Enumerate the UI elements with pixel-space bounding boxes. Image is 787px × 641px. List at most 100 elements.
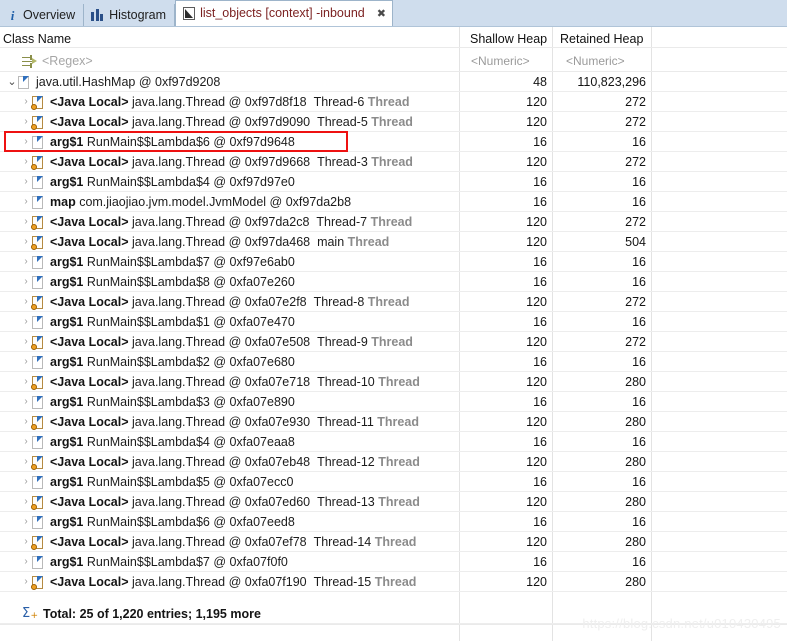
chevron-right-icon[interactable]: ›	[20, 152, 32, 172]
cell-class-name[interactable]: › arg$1 RunMain$$Lambda$3 @ 0xfa07e890	[20, 392, 295, 412]
cell-class-name[interactable]: › <Java Local> java.lang.Thread @ 0xfa07e…	[20, 532, 416, 552]
table-row[interactable]: › arg$1 RunMain$$Lambda$6 @ 0xf97d9648 16 1…	[0, 132, 787, 152]
table-row[interactable]: › arg$1 RunMain$$Lambda$3 @ 0xfa07e890 16 1…	[0, 392, 787, 412]
table-row[interactable]: › <Java Local> java.lang.Thread @ 0xf97d9…	[0, 112, 787, 132]
chevron-right-icon[interactable]: ›	[20, 572, 32, 592]
table-row[interactable]: › <Java Local> java.lang.Thread @ 0xfa07e…	[0, 412, 787, 432]
cell-class-name[interactable]: ⌄ java.util.HashMap @ 0xf97d9208	[6, 72, 220, 92]
chevron-right-icon[interactable]: ›	[20, 232, 32, 252]
cell-class-name[interactable]: › <Java Local> java.lang.Thread @ 0xf97d9…	[20, 152, 413, 172]
row-prefix-label: <Java Local>	[50, 455, 129, 469]
cell-class-name[interactable]: › map com.jiaojiao.jvm.model.JvmModel @ 0…	[20, 192, 351, 212]
table-row[interactable]: › <Java Local> java.lang.Thread @ 0xfa07e…	[0, 372, 787, 392]
table-row[interactable]: › arg$1 RunMain$$Lambda$7 @ 0xfa07f0f0 16 1…	[0, 552, 787, 572]
cell-shallow-heap: 120	[526, 155, 547, 169]
row-prefix-label: arg$1	[50, 515, 84, 529]
tab-histogram[interactable]: Histogram	[84, 4, 176, 26]
close-icon[interactable]: ✖	[375, 7, 388, 20]
chevron-right-icon[interactable]: ›	[20, 512, 32, 532]
cell-class-name[interactable]: › arg$1 RunMain$$Lambda$6 @ 0xfa07eed8	[20, 512, 295, 532]
cell-class-name[interactable]: › arg$1 RunMain$$Lambda$2 @ 0xfa07e680	[20, 352, 295, 372]
table-row[interactable]: › arg$1 RunMain$$Lambda$2 @ 0xfa07e680 16 1…	[0, 352, 787, 372]
cell-class-name[interactable]: › arg$1 RunMain$$Lambda$7 @ 0xf97e6ab0	[20, 252, 295, 272]
table-row[interactable]: › <Java Local> java.lang.Thread @ 0xfa07e…	[0, 532, 787, 552]
table-row[interactable]: › <Java Local> java.lang.Thread @ 0xf97da…	[0, 212, 787, 232]
cell-class-name[interactable]: › arg$1 RunMain$$Lambda$7 @ 0xfa07f0f0	[20, 552, 288, 572]
chevron-right-icon[interactable]: ›	[20, 552, 32, 572]
filter-row[interactable]: <Regex>	[0, 51, 787, 71]
table-row[interactable]: › map com.jiaojiao.jvm.model.JvmModel @ 0…	[0, 192, 787, 212]
cell-retained-heap: 272	[625, 335, 646, 349]
chevron-right-icon[interactable]: ›	[20, 452, 32, 472]
chevron-right-icon[interactable]: ›	[20, 92, 32, 112]
cell-class-name[interactable]: › arg$1 RunMain$$Lambda$4 @ 0xfa07eaa8	[20, 432, 295, 452]
table-row[interactable]: › arg$1 RunMain$$Lambda$5 @ 0xfa07ecc0 16 1…	[0, 472, 787, 492]
cell-class-name[interactable]: › <Java Local> java.lang.Thread @ 0xfa07e…	[20, 492, 420, 512]
chevron-right-icon[interactable]: ›	[20, 412, 32, 432]
table-row[interactable]: › arg$1 RunMain$$Lambda$4 @ 0xfa07eaa8 16 1…	[0, 432, 787, 452]
column-header-class-name[interactable]: Class Name	[3, 32, 71, 46]
class-name-filter[interactable]: <Regex>	[42, 54, 93, 68]
chevron-right-icon[interactable]: ›	[20, 272, 32, 292]
table-row[interactable]: › <Java Local> java.lang.Thread @ 0xf97da…	[0, 232, 787, 252]
chevron-right-icon[interactable]: ›	[20, 392, 32, 412]
java-local-object-icon	[31, 415, 45, 430]
row-thread-label: Thread-5 Thread	[317, 115, 413, 129]
column-header-shallow-heap[interactable]: Shallow Heap	[470, 32, 547, 46]
table-row[interactable]: › <Java Local> java.lang.Thread @ 0xfa07e…	[0, 292, 787, 312]
chevron-right-icon[interactable]: ›	[20, 352, 32, 372]
table-row[interactable]: › arg$1 RunMain$$Lambda$6 @ 0xfa07eed8 16 1…	[0, 512, 787, 532]
chevron-right-icon[interactable]: ›	[20, 372, 32, 392]
chevron-right-icon[interactable]: ›	[20, 312, 32, 332]
table-row[interactable]: › arg$1 RunMain$$Lambda$7 @ 0xf97e6ab0 16 1…	[0, 252, 787, 272]
table-row[interactable]: › <Java Local> java.lang.Thread @ 0xfa07e…	[0, 492, 787, 512]
cell-class-name[interactable]: › arg$1 RunMain$$Lambda$6 @ 0xf97d9648	[20, 132, 295, 152]
table-row[interactable]: ⌄ java.util.HashMap @ 0xf97d9208 48 110,823…	[0, 72, 787, 92]
table-row[interactable]: › <Java Local> java.lang.Thread @ 0xf97d9…	[0, 152, 787, 172]
table-row[interactable]: › <Java Local> java.lang.Thread @ 0xfa07e…	[0, 332, 787, 352]
chevron-right-icon[interactable]: ›	[20, 132, 32, 152]
table-row[interactable]: › <Java Local> java.lang.Thread @ 0xfa07f…	[0, 572, 787, 592]
table-row[interactable]: › arg$1 RunMain$$Lambda$4 @ 0xf97d97e0 16 1…	[0, 172, 787, 192]
cell-class-name[interactable]: › <Java Local> java.lang.Thread @ 0xfa07e…	[20, 292, 409, 312]
cell-shallow-heap: 120	[526, 115, 547, 129]
cell-class-name[interactable]: › <Java Local> java.lang.Thread @ 0xfa07e…	[20, 332, 413, 352]
tab-list-objects[interactable]: list_objects [context] -inbound ✖	[175, 0, 393, 26]
chevron-right-icon[interactable]: ›	[20, 252, 32, 272]
java-local-object-icon	[31, 295, 45, 310]
chevron-right-icon[interactable]: ›	[20, 492, 32, 512]
cell-class-name[interactable]: › <Java Local> java.lang.Thread @ 0xf97d8…	[20, 92, 409, 112]
table-row[interactable]: › arg$1 RunMain$$Lambda$8 @ 0xfa07e260 16 1…	[0, 272, 787, 292]
java-local-object-icon	[31, 95, 45, 110]
retained-heap-filter[interactable]: <Numeric>	[566, 54, 625, 68]
chevron-right-icon[interactable]: ›	[20, 172, 32, 192]
shallow-heap-filter[interactable]: <Numeric>	[471, 54, 530, 68]
cell-class-name[interactable]: › arg$1 RunMain$$Lambda$4 @ 0xf97d97e0	[20, 172, 295, 192]
chevron-down-icon[interactable]: ⌄	[6, 72, 18, 92]
cell-retained-heap: 16	[632, 135, 646, 149]
cell-class-name[interactable]: › arg$1 RunMain$$Lambda$8 @ 0xfa07e260	[20, 272, 295, 292]
chevron-right-icon[interactable]: ›	[20, 212, 32, 232]
chevron-right-icon[interactable]: ›	[20, 532, 32, 552]
cell-class-name[interactable]: › <Java Local> java.lang.Thread @ 0xfa07e…	[20, 372, 420, 392]
table-row[interactable]: › arg$1 RunMain$$Lambda$1 @ 0xfa07e470 16 1…	[0, 312, 787, 332]
cell-class-name[interactable]: › <Java Local> java.lang.Thread @ 0xf97d9…	[20, 112, 413, 132]
chevron-right-icon[interactable]: ›	[20, 332, 32, 352]
cell-class-name[interactable]: › arg$1 RunMain$$Lambda$5 @ 0xfa07ecc0	[20, 472, 293, 492]
cell-class-name[interactable]: › <Java Local> java.lang.Thread @ 0xfa07e…	[20, 412, 419, 432]
chevron-right-icon[interactable]: ›	[20, 292, 32, 312]
cell-class-name[interactable]: › <Java Local> java.lang.Thread @ 0xf97da…	[20, 232, 389, 252]
table-row[interactable]: › <Java Local> java.lang.Thread @ 0xfa07e…	[0, 452, 787, 472]
chevron-right-icon[interactable]: ›	[20, 472, 32, 492]
table-row[interactable]: › <Java Local> java.lang.Thread @ 0xf97d8…	[0, 92, 787, 112]
cell-class-name[interactable]: › <Java Local> java.lang.Thread @ 0xfa07e…	[20, 452, 420, 472]
chevron-right-icon[interactable]: ›	[20, 192, 32, 212]
cell-class-name[interactable]: › <Java Local> java.lang.Thread @ 0xf97da…	[20, 212, 412, 232]
column-header-retained-heap[interactable]: Retained Heap	[560, 32, 643, 46]
chevron-right-icon[interactable]: ›	[20, 112, 32, 132]
object-icon	[32, 135, 45, 150]
cell-class-name[interactable]: › arg$1 RunMain$$Lambda$1 @ 0xfa07e470	[20, 312, 295, 332]
tab-overview[interactable]: i Overview	[0, 4, 85, 26]
cell-class-name[interactable]: › <Java Local> java.lang.Thread @ 0xfa07f…	[20, 572, 416, 592]
chevron-right-icon[interactable]: ›	[20, 432, 32, 452]
